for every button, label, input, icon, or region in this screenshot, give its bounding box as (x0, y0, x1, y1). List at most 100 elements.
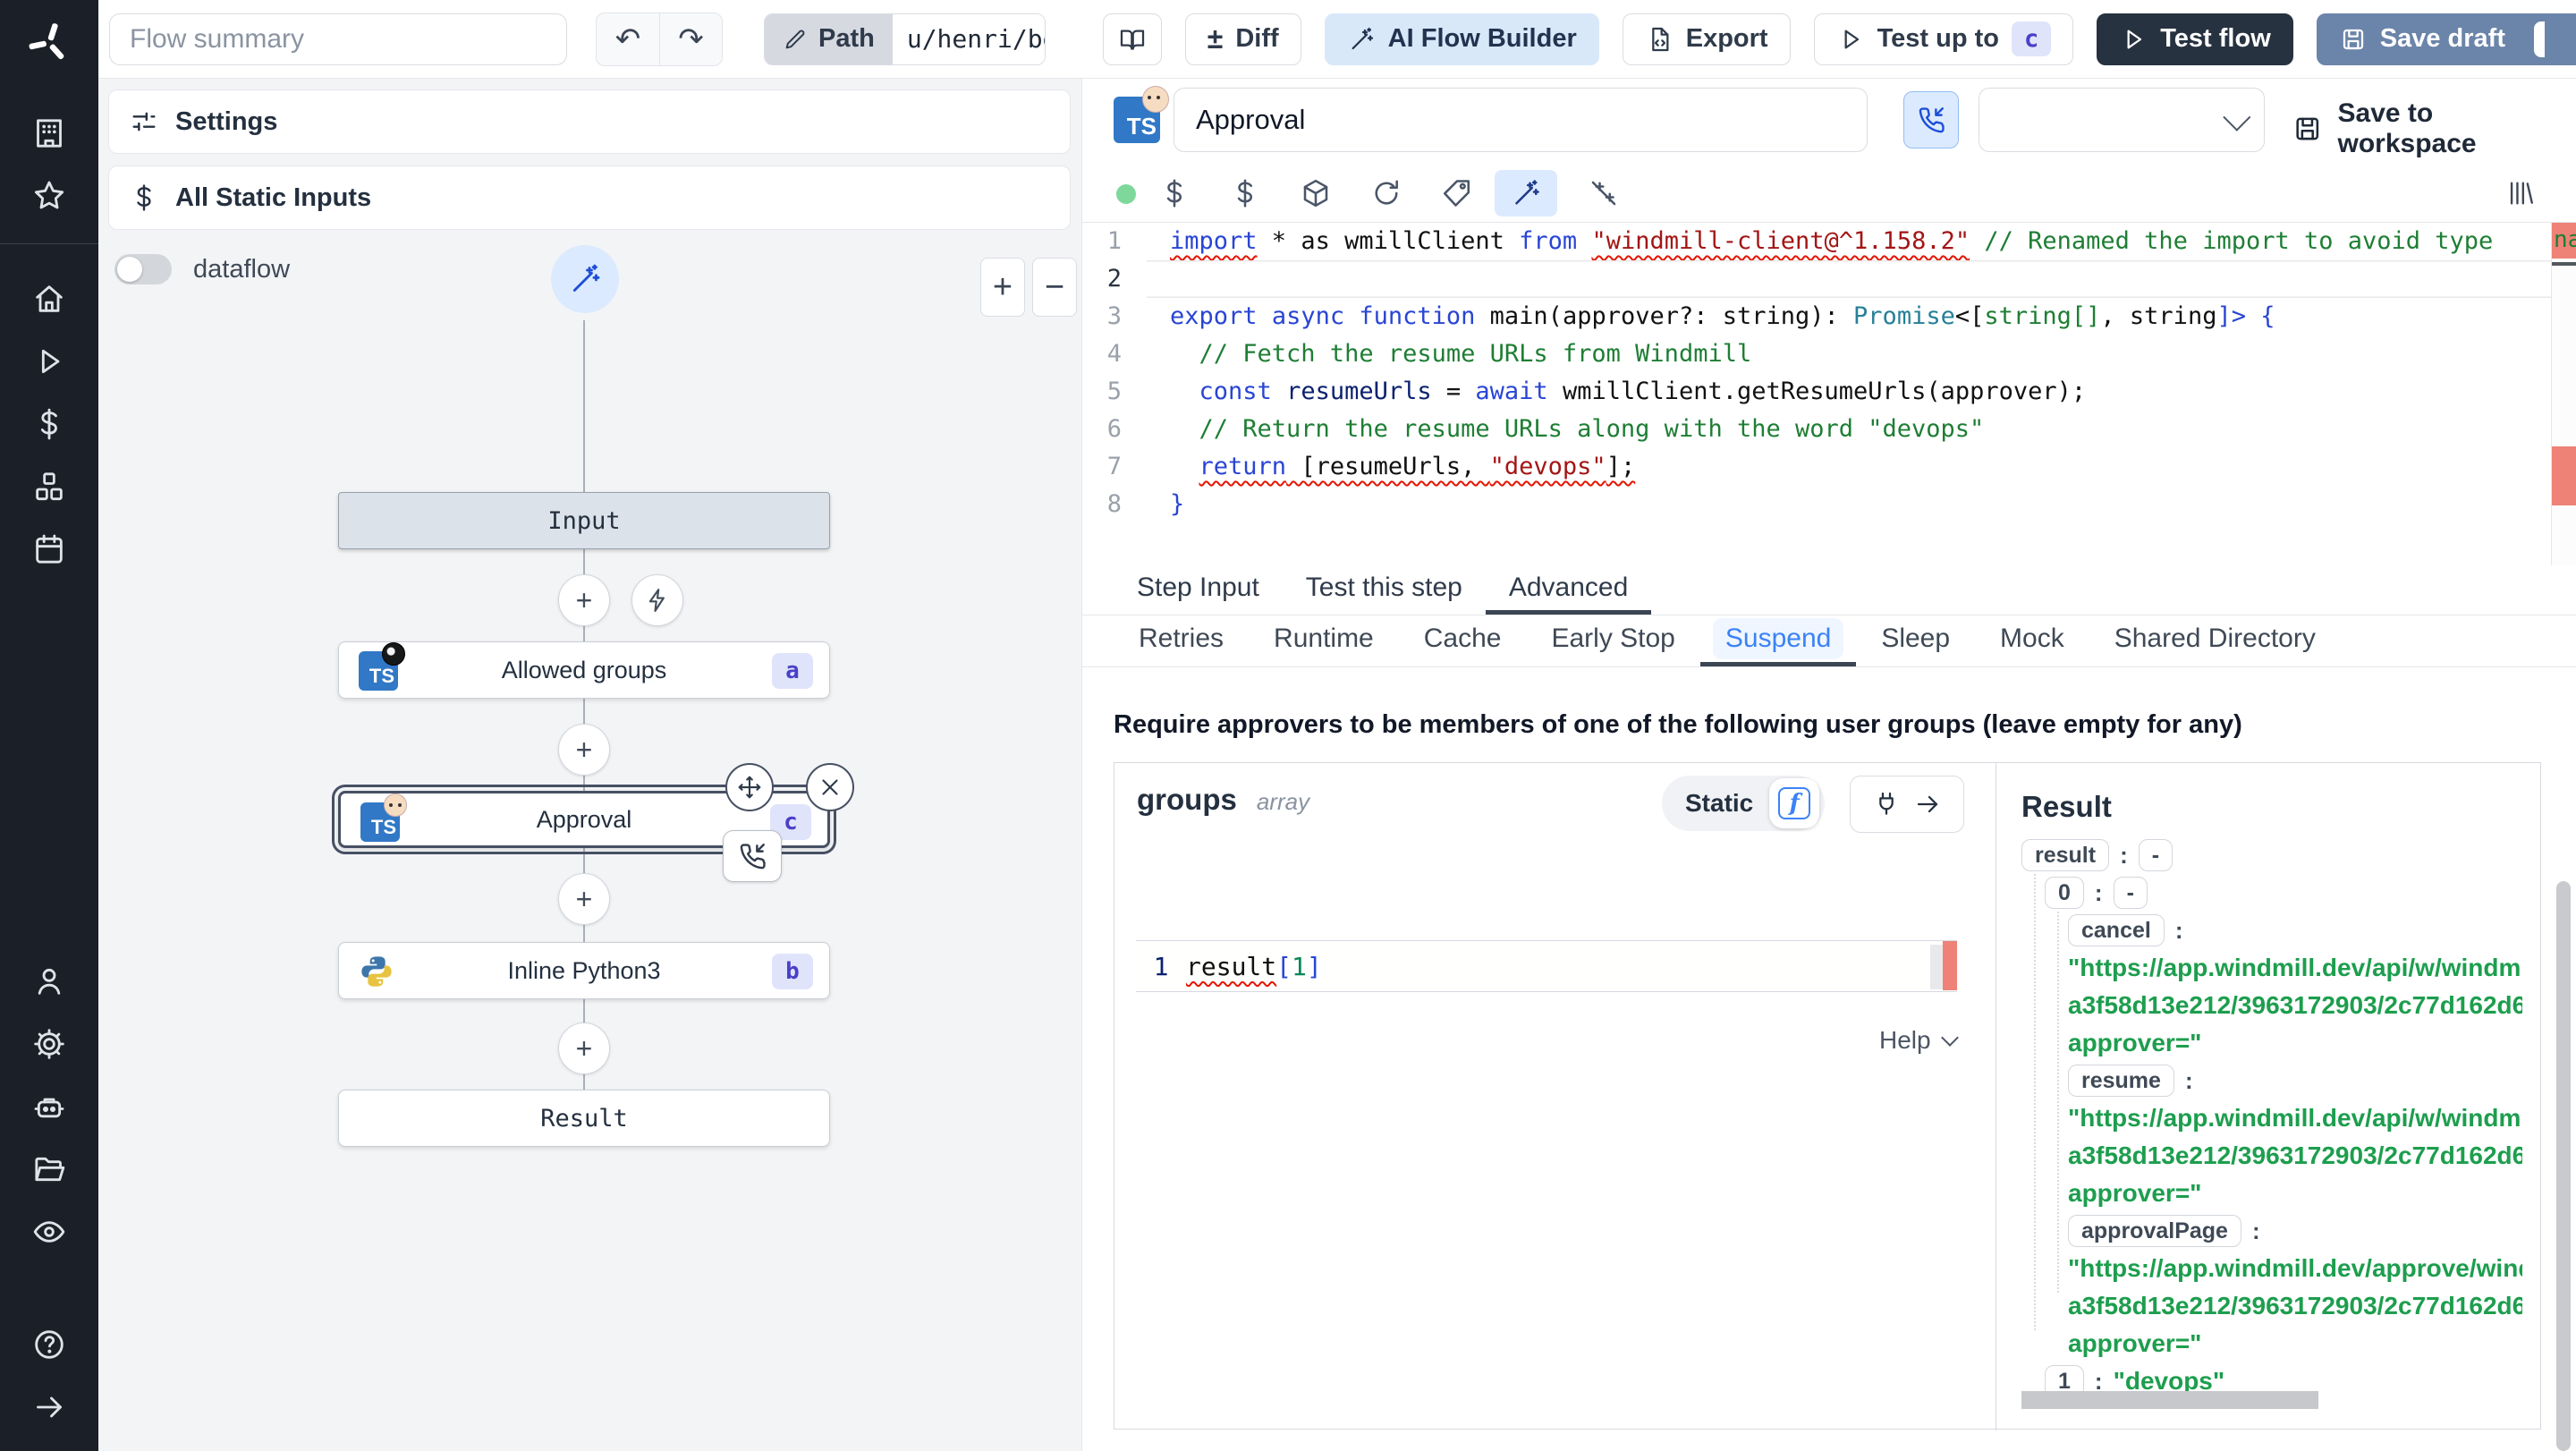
export-button[interactable]: Export (1622, 13, 1791, 65)
subtab-early-stop[interactable]: Early Stop (1526, 615, 1699, 666)
reload-button[interactable] (1355, 170, 1418, 216)
subtab-retries[interactable]: Retries (1114, 615, 1249, 666)
code-editor[interactable]: 1 import * as wmillClient from "windmill-… (1082, 222, 2576, 565)
node-result[interactable]: Result (338, 1090, 830, 1147)
node-allowed-groups[interactable]: TS Allowed groups a (338, 641, 830, 699)
script-version-select[interactable] (1979, 88, 2265, 152)
add-trigger-button[interactable] (631, 574, 683, 626)
sidebar-workspace-icon[interactable] (0, 102, 98, 165)
minimap-view-line (2552, 262, 2576, 266)
magic-wand-icon (572, 264, 600, 292)
sidebar-home-icon[interactable] (0, 267, 98, 330)
collapse-pill[interactable]: - (2138, 839, 2174, 871)
zoom-in-button[interactable]: + (980, 258, 1025, 317)
diff-button[interactable]: ± Diff (1184, 13, 1301, 65)
subtab-runtime[interactable]: Runtime (1249, 615, 1399, 666)
flow-settings-button[interactable]: Settings (108, 89, 1071, 154)
sidebar-resources-icon[interactable] (0, 455, 98, 518)
test-flow-button[interactable]: Test flow (2097, 13, 2293, 65)
test-up-to-button[interactable]: Test up to c (1813, 13, 2074, 65)
gear-icon (34, 1029, 64, 1059)
editor-scrollbar[interactable] (1930, 945, 1943, 989)
sidebar-schedules-icon[interactable] (0, 518, 98, 581)
result-key-pill[interactable]: result (2021, 839, 2110, 871)
sidebar-folders-icon[interactable] (0, 1138, 98, 1201)
sidebar-variables-icon[interactable] (0, 393, 98, 455)
move-node-button[interactable] (725, 763, 774, 811)
function-mode-button[interactable]: f (1769, 778, 1820, 828)
tab-step-input[interactable]: Step Input (1114, 565, 1283, 615)
window-scrollbar[interactable] (2556, 881, 2571, 1451)
subtab-sleep[interactable]: Sleep (1856, 615, 1975, 666)
redo-button[interactable]: ↷ (659, 13, 722, 65)
save-icon (2343, 29, 2363, 49)
format-button[interactable] (1426, 170, 1488, 216)
help-label: Help (1879, 1026, 1931, 1054)
result-row: "https://app.windmill.dev/api/w/windmill… (2068, 1099, 2522, 1137)
delete-node-button[interactable] (806, 763, 854, 811)
sidebar-audit-icon[interactable] (0, 1201, 98, 1263)
add-step-button[interactable]: + (558, 1022, 610, 1074)
save-to-workspace-button[interactable]: Save to workspace (2292, 98, 2576, 159)
add-step-button[interactable]: + (558, 873, 610, 925)
static-toggle[interactable]: Static f (1662, 776, 1826, 831)
editor-minimap[interactable]: na (2551, 223, 2576, 565)
sidebar-runs-icon[interactable] (0, 330, 98, 393)
node-allowed-groups-label: Allowed groups (501, 656, 667, 683)
graph-ai-wand-button[interactable] (551, 245, 619, 313)
code-line: 8} (1106, 490, 1185, 518)
result-key-pill[interactable]: cancel (2068, 914, 2165, 946)
suspend-phone-button[interactable] (1903, 91, 1959, 148)
tab-advanced[interactable]: Advanced (1485, 565, 1652, 615)
add-step-button[interactable]: + (558, 574, 610, 626)
sidebar-expand-icon[interactable] (0, 1376, 98, 1438)
sidebar-help-icon[interactable] (0, 1313, 98, 1376)
path-group: Path u/henri/bes (764, 13, 1046, 65)
refresh-icon (1375, 180, 1398, 205)
library-button[interactable] (2494, 170, 2547, 216)
save-draft-button[interactable]: Save draft (2316, 13, 2576, 65)
docs-button[interactable] (1102, 13, 1162, 65)
help-toggle[interactable]: Help (1879, 1026, 1959, 1055)
variables-button[interactable] (1214, 170, 1276, 216)
result-h-scrollbar[interactable] (2021, 1391, 2318, 1409)
path-button[interactable]: Path (765, 13, 893, 64)
subtab-suspend[interactable]: Suspend (1699, 615, 1857, 666)
node-inline-python[interactable]: Inline Python3 b (338, 942, 830, 999)
windmill-flow-editor: Flow summary ↶ ↷ Path u/henri/bes ± Diff… (0, 0, 2576, 1451)
ai-flow-builder-button[interactable]: AI Flow Builder (1324, 13, 1599, 65)
package-button[interactable] (1284, 170, 1347, 216)
step-name-input[interactable]: Approval (1174, 88, 1868, 152)
app-sidebar (0, 0, 98, 1451)
assets-button[interactable] (1143, 170, 1206, 216)
undo-button[interactable]: ↶ (597, 13, 659, 65)
windmill-logo[interactable] (26, 20, 72, 66)
connect-input-button[interactable] (1850, 776, 1964, 833)
node-input[interactable]: Input (338, 492, 830, 549)
subtab-mock[interactable]: Mock (1975, 615, 2089, 666)
flow-summary-input[interactable]: Flow summary (109, 13, 567, 65)
zoom-out-button[interactable]: − (1032, 258, 1077, 317)
phone-incoming-icon (740, 844, 766, 870)
add-step-button[interactable]: + (558, 724, 610, 776)
sidebar-settings-icon[interactable] (0, 1013, 98, 1075)
sidebar-favorites-icon[interactable] (0, 165, 98, 227)
sidebar-users-icon[interactable] (0, 950, 98, 1013)
subtab-cache[interactable]: Cache (1399, 615, 1527, 666)
step-header: TS Approval Save to workspace (1082, 79, 2576, 165)
all-static-inputs-button[interactable]: All Static Inputs (108, 165, 1071, 230)
ai-assist-button[interactable] (1495, 170, 1557, 216)
flow-graph[interactable]: dataflow + − Input + TS Allowed groups a… (98, 242, 1082, 1451)
dataflow-toggle[interactable] (114, 254, 172, 284)
result-key-pill[interactable]: resume (2068, 1065, 2174, 1097)
result-key-pill[interactable]: 0 (2045, 877, 2084, 909)
tab-test-this-step[interactable]: Test this step (1283, 565, 1486, 615)
path-value[interactable]: u/henri/bes (892, 13, 1045, 64)
subtab-shared-directory[interactable]: Shared Directory (2089, 615, 2341, 666)
ai-off-button[interactable] (1572, 170, 1635, 216)
approval-suspend-badge[interactable] (723, 830, 782, 882)
result-key-pill[interactable]: approvalPage (2068, 1215, 2241, 1247)
collapse-pill[interactable]: - (2113, 877, 2148, 909)
groups-expression-editor[interactable]: 1 result[1] (1136, 940, 1957, 992)
sidebar-workers-icon[interactable] (0, 1075, 98, 1138)
